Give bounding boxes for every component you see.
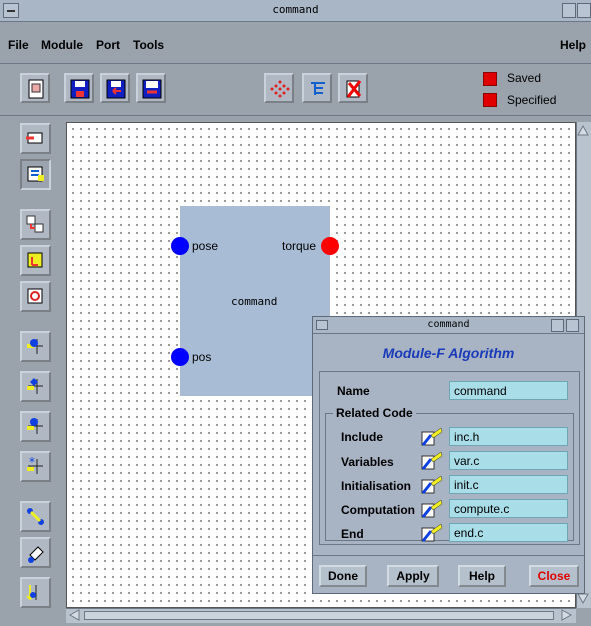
include-label: Include [341, 430, 384, 444]
tool-palette: * [0, 116, 66, 626]
variables-field[interactable]: var.c [449, 451, 568, 470]
pointer-hand-icon [26, 132, 43, 144]
edit-end-icon[interactable] [421, 523, 443, 542]
link-tool-button[interactable] [20, 281, 51, 312]
menu-file[interactable]: File [8, 38, 29, 52]
input-port-pose[interactable] [171, 237, 189, 255]
window-title: command [272, 3, 319, 16]
include-field[interactable]: inc.h [449, 427, 568, 446]
specified-status-indicator [483, 93, 497, 107]
saved-label: Saved [507, 71, 542, 85]
add-event-port-button[interactable] [20, 411, 51, 442]
disk-stack-icon [142, 79, 162, 99]
computation-field[interactable]: compute.c [449, 499, 568, 518]
module-block[interactable]: pose torque command pos [171, 206, 339, 396]
edit-include-icon[interactable] [421, 427, 443, 446]
connect-icon [26, 215, 44, 233]
menu-bar: File Module Port Tools Help [0, 22, 591, 64]
add-input-port-button[interactable] [20, 331, 51, 362]
link-dots-icon [27, 508, 44, 525]
edit-initialisation-icon[interactable] [421, 475, 443, 494]
delete-x-icon [346, 80, 362, 98]
close-button[interactable]: Close [529, 565, 579, 587]
computation-label: Computation [341, 503, 415, 517]
draw-link-button[interactable] [20, 501, 51, 532]
port-label-torque: torque [282, 239, 317, 253]
scroll-up-icon[interactable] [577, 124, 590, 137]
variables-label: Variables [341, 455, 394, 469]
window-titlebar[interactable]: command [0, 0, 591, 22]
algorithm-dialog: command Module-F Algorithm Name command … [312, 316, 585, 594]
menu-module[interactable]: Module [41, 38, 83, 52]
output-port-torque[interactable] [321, 237, 339, 255]
port-arrow-icon [27, 339, 43, 354]
scroll-left-icon[interactable] [68, 609, 81, 622]
svg-text:*: * [29, 455, 35, 469]
edit-variables-icon[interactable] [421, 451, 443, 470]
saved-status-indicator [483, 72, 497, 86]
input-port-pos[interactable] [171, 348, 189, 366]
initialisation-field[interactable]: init.c [449, 475, 568, 494]
port-label-pose: pose [192, 239, 219, 253]
connect-tool-button[interactable] [20, 209, 51, 240]
save-all-button[interactable] [136, 73, 166, 103]
port-star-icon: * [27, 455, 43, 474]
eraser-icon [28, 546, 44, 563]
dialog-title: command [427, 319, 470, 330]
dot-grid-icon [270, 80, 290, 98]
edit-module-tool-button[interactable] [20, 159, 51, 190]
done-button[interactable]: Done [319, 565, 367, 587]
port-label-pos: pos [192, 350, 212, 364]
menu-port[interactable]: Port [96, 38, 120, 52]
port-diamond-icon [27, 378, 43, 394]
name-field[interactable]: command [449, 381, 568, 400]
move-tool-button[interactable] [20, 245, 51, 276]
name-label: Name [337, 384, 370, 398]
end-label: End [341, 527, 364, 541]
select-tool-button[interactable] [20, 123, 51, 154]
add-star-port-button[interactable]: * [20, 451, 51, 482]
tree-button[interactable] [302, 73, 332, 103]
menu-help[interactable]: Help [560, 38, 586, 52]
tree-icon [311, 82, 325, 95]
dialog-minimize-button[interactable] [551, 319, 564, 332]
module-edit-icon [27, 166, 44, 182]
port-circle-icon [27, 418, 43, 434]
save-as-button[interactable] [100, 73, 130, 103]
swap-icon [26, 585, 37, 601]
scroll-right-icon[interactable] [560, 609, 573, 622]
disk-arrow-icon [106, 79, 126, 99]
end-field[interactable]: end.c [449, 523, 568, 542]
delete-button[interactable] [338, 73, 368, 103]
document-icon [28, 79, 44, 99]
related-code-label: Related Code [333, 406, 416, 420]
open-module-button[interactable] [20, 73, 50, 103]
maximize-button[interactable] [577, 3, 591, 18]
move-icon [27, 252, 43, 268]
apply-button[interactable]: Apply [387, 565, 439, 587]
dialog-separator [313, 555, 584, 556]
horizontal-scroll-thumb[interactable] [84, 611, 554, 620]
horizontal-scrollbar[interactable] [66, 608, 576, 623]
add-output-port-button[interactable] [20, 371, 51, 402]
initialisation-label: Initialisation [341, 479, 412, 493]
grid-button[interactable] [264, 73, 294, 103]
toolbar: Saved Specified [0, 64, 591, 116]
module-name: command [231, 295, 278, 308]
edit-computation-icon[interactable] [421, 499, 443, 518]
help-button[interactable]: Help [458, 565, 506, 587]
menu-tools[interactable]: Tools [133, 38, 164, 52]
minimize-button[interactable] [562, 3, 576, 18]
disk-icon [70, 79, 90, 99]
dialog-titlebar[interactable]: command [313, 317, 584, 334]
dialog-maximize-button[interactable] [566, 319, 579, 332]
link-icon [27, 288, 43, 304]
save-button[interactable] [64, 73, 94, 103]
dialog-heading: Module-F Algorithm [382, 345, 515, 361]
swap-port-button[interactable] [20, 577, 51, 608]
erase-button[interactable] [20, 537, 51, 568]
specified-label: Specified [507, 93, 557, 107]
